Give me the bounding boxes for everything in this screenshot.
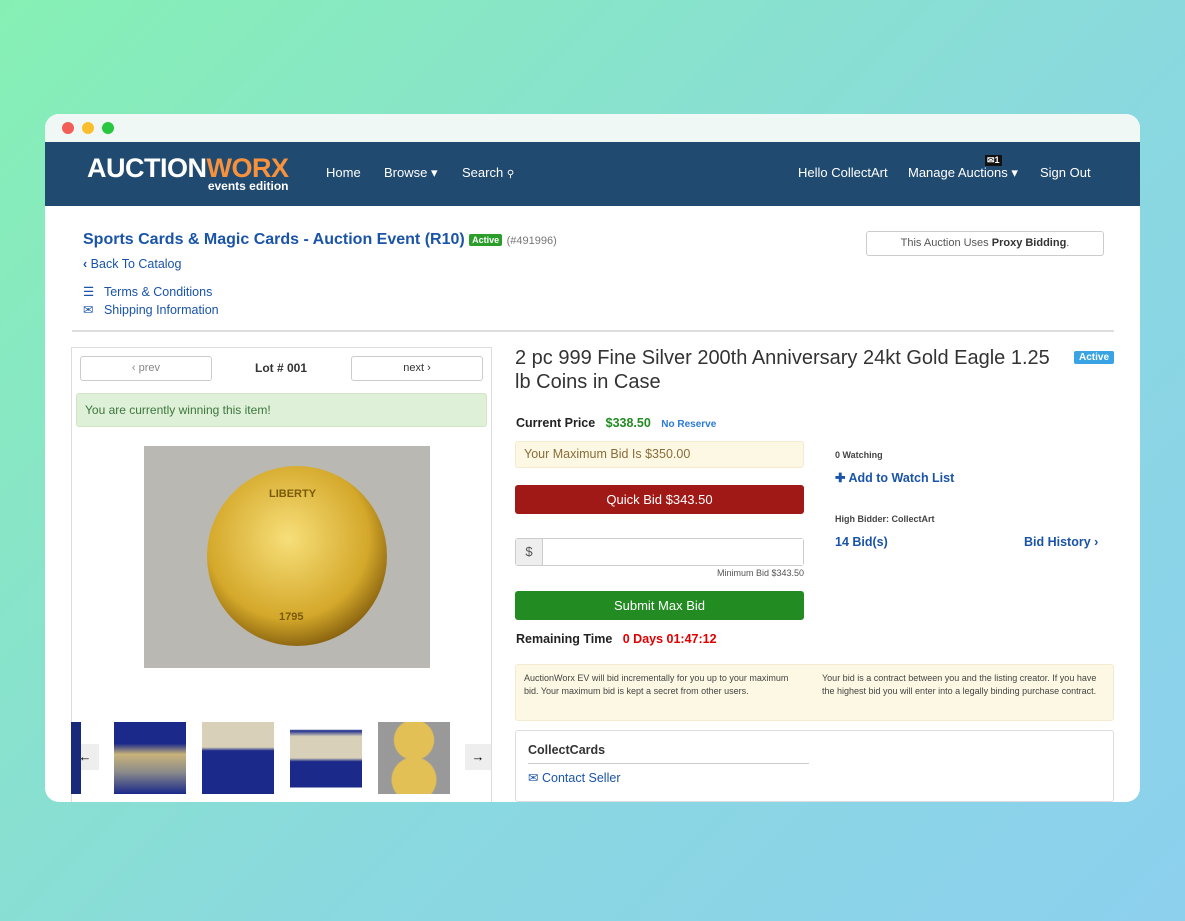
- add-to-watch-list-link[interactable]: ✚ Add to Watch List: [835, 470, 954, 485]
- lot-number: Lot # 001: [255, 361, 308, 375]
- logo[interactable]: AUCTIONWORX events edition: [87, 153, 289, 193]
- back-to-catalog-link[interactable]: ‹ Back To Catalog: [83, 257, 181, 271]
- item-status-badge: Active: [1074, 351, 1115, 364]
- bidding-info: AuctionWorx EV will bid incrementally fo…: [515, 664, 1114, 721]
- envelope-icon: ✉: [83, 303, 94, 317]
- chevron-right-icon: ›: [427, 362, 431, 374]
- proxy-bidding-notice: This Auction Uses Proxy Bidding.: [866, 231, 1104, 256]
- bid-count-link[interactable]: 14 Bid(s): [835, 535, 888, 549]
- coin-image: LIBERTY 1795: [207, 466, 387, 646]
- currency-addon: $: [516, 539, 543, 565]
- quick-bid-button[interactable]: Quick Bid $343.50: [515, 485, 804, 514]
- shipping-link[interactable]: ✉ Shipping Information: [83, 302, 219, 317]
- list-icon: ☰: [83, 285, 95, 299]
- close-dot[interactable]: [62, 122, 74, 134]
- bid-input-group: $: [515, 538, 804, 566]
- submit-max-bid-button[interactable]: Submit Max Bid: [515, 591, 804, 620]
- next-button[interactable]: next ›: [351, 356, 483, 381]
- watching-count: 0 Watching: [835, 450, 883, 460]
- thumbnail[interactable]: [71, 722, 81, 794]
- seller-name: CollectCards: [528, 743, 809, 764]
- max-bid-notice: Your Maximum Bid Is $350.00: [515, 441, 804, 468]
- minimum-bid: Minimum Bid $343.50: [716, 568, 804, 578]
- bid-history-link[interactable]: Bid History ›: [1024, 535, 1098, 549]
- terms-link[interactable]: ☰ Terms & Conditions: [83, 284, 212, 299]
- chevron-left-icon: ‹: [83, 257, 88, 271]
- nav-manage-auctions[interactable]: Manage Auctions ▾: [908, 165, 1018, 181]
- plus-icon: ✚: [835, 471, 846, 485]
- minimize-dot[interactable]: [82, 122, 94, 134]
- search-icon: ⚲: [506, 169, 515, 180]
- winning-alert: You are currently winning this item!: [76, 393, 487, 427]
- event-status-badge: Active: [469, 233, 503, 246]
- maximize-dot[interactable]: [102, 122, 114, 134]
- event-header: Sports Cards & Magic Cards - Auction Eve…: [83, 231, 557, 249]
- high-bidder: High Bidder: CollectArt: [835, 514, 935, 524]
- prev-button[interactable]: ‹ prev: [80, 356, 212, 381]
- event-id: (#491996): [506, 235, 557, 247]
- mail-icon: ✉: [987, 155, 995, 165]
- current-price: $338.50: [605, 416, 651, 430]
- thumbnail[interactable]: [202, 722, 274, 794]
- nav-sign-out[interactable]: Sign Out: [1040, 165, 1091, 180]
- thumbnail[interactable]: [378, 722, 450, 794]
- divider: [72, 330, 1114, 332]
- proxy-info-text: AuctionWorx EV will bid incrementally fo…: [524, 673, 789, 696]
- event-title[interactable]: Sports Cards & Magic Cards - Auction Eve…: [83, 231, 465, 248]
- thumbnail[interactable]: [290, 722, 362, 794]
- thumbnail[interactable]: [114, 722, 186, 794]
- main-item-image[interactable]: LIBERTY 1795: [144, 446, 430, 668]
- max-bid-input[interactable]: [543, 539, 803, 565]
- browser-window: AUCTIONWORX events edition Home Browse ▾ …: [45, 114, 1140, 802]
- reserve-status: No Reserve: [661, 419, 717, 430]
- current-price-row: Current Price $338.50 No Reserve: [516, 416, 717, 430]
- remaining-time: 0 Days 01:47:12: [622, 632, 717, 646]
- nav-search[interactable]: Search ⚲: [462, 165, 514, 180]
- nav-browse[interactable]: Browse ▾: [384, 165, 438, 181]
- contact-seller-link[interactable]: ✉ Contact Seller: [528, 770, 620, 785]
- remaining-time-row: Remaining Time 0 Days 01:47:12: [516, 632, 717, 646]
- nav-home[interactable]: Home: [326, 165, 361, 180]
- envelope-icon: ✉: [528, 771, 539, 785]
- seller-panel: CollectCards ✉ Contact Seller: [515, 730, 1114, 802]
- chevron-right-icon: ›: [1094, 535, 1099, 549]
- navbar: AUCTIONWORX events edition Home Browse ▾ …: [45, 142, 1140, 206]
- chevron-left-icon: ‹: [131, 362, 136, 374]
- item-title: 2 pc 999 Fine Silver 200th Anniversary 2…: [515, 347, 1050, 393]
- contract-info-text: Your bid is a contract between you and t…: [822, 673, 1097, 696]
- title-bar: [45, 114, 1140, 142]
- nav-hello[interactable]: Hello CollectArt: [798, 165, 888, 180]
- thumb-next-arrow-icon[interactable]: →: [465, 744, 491, 770]
